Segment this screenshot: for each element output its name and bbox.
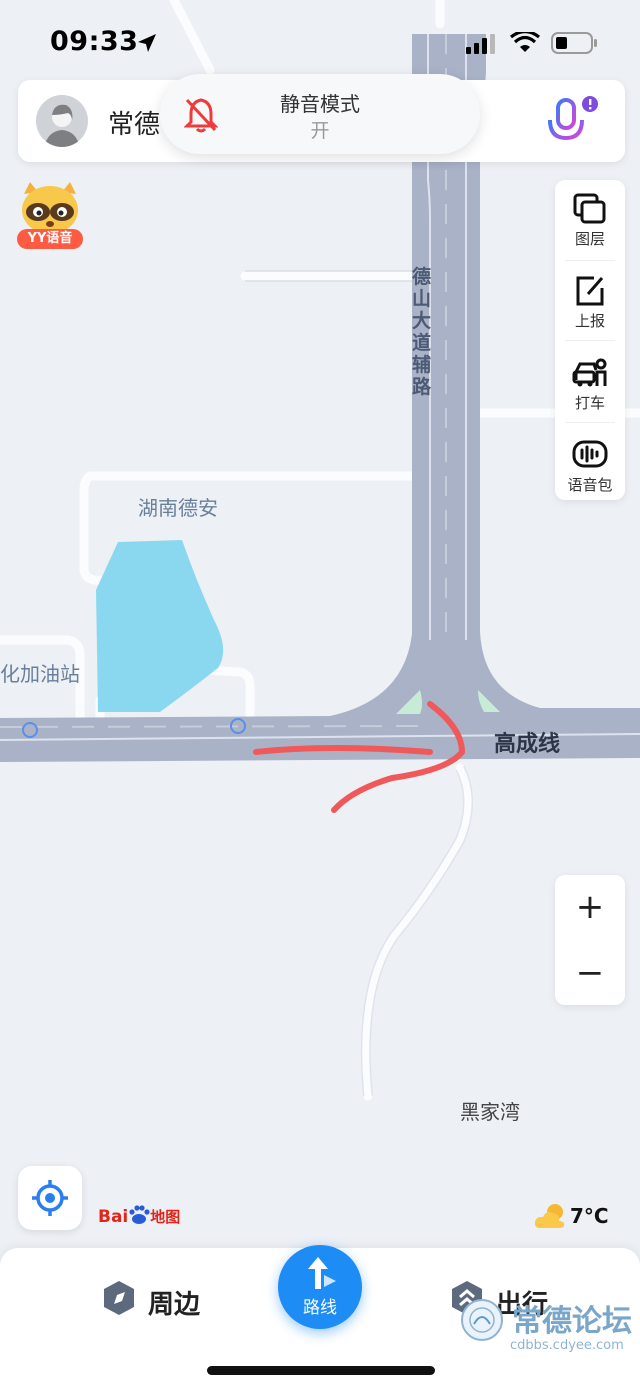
- microphone-icon: [548, 96, 598, 146]
- mute-title: 静音模式: [280, 92, 360, 116]
- voice-pack-icon: [572, 440, 608, 468]
- map-canvas[interactable]: [0, 0, 640, 1385]
- yy-voice-label[interactable]: YY语音: [17, 229, 83, 249]
- partly-cloudy-icon: [534, 1204, 565, 1228]
- forum-seal-icon: [461, 1299, 503, 1341]
- nearby-label: 周边: [148, 1290, 201, 1320]
- divider: [565, 260, 615, 261]
- status-bar: 09:33: [0, 0, 640, 80]
- voice-assistant-button[interactable]: [540, 92, 604, 152]
- weather-widget[interactable]: 7°C: [534, 1202, 634, 1232]
- voice-pack-label: 语音包: [567, 476, 613, 494]
- divider: [565, 422, 615, 423]
- crosshair-locate-icon: [32, 1180, 68, 1216]
- compass-icon: [104, 1281, 134, 1315]
- layers-icon: [573, 193, 606, 224]
- zoom-control: + −: [555, 875, 625, 1005]
- report-label: 上报: [574, 312, 605, 330]
- paw-icon: [129, 1205, 150, 1224]
- layers-label: 图层: [574, 230, 605, 248]
- route-button[interactable]: 路线: [278, 1245, 362, 1329]
- baidu-map-logo: Bai 地图: [98, 1205, 181, 1227]
- layers-button[interactable]: 图层: [555, 180, 625, 260]
- voice-pack-button[interactable]: 语音包: [555, 426, 625, 506]
- taxi-button[interactable]: 打车: [555, 344, 625, 424]
- home-indicator[interactable]: [207, 1366, 435, 1375]
- route-arrow-icon: [308, 1257, 336, 1289]
- gas-station-label: 化加油站: [0, 662, 80, 686]
- forum-watermark: 常德论坛 cdbbs.cdyee.com: [456, 1296, 640, 1376]
- mute-mode-toast: 静音模式 开: [160, 74, 480, 154]
- watermark-title: 常德论坛: [512, 1304, 632, 1339]
- village-label: 黑家湾: [460, 1100, 520, 1124]
- battery-icon: [551, 32, 597, 54]
- report-edit-icon: [576, 276, 604, 306]
- taxi-icon: [572, 358, 607, 387]
- raccoon-mascot-icon: [22, 182, 78, 234]
- city-name[interactable]: 常德: [108, 104, 160, 141]
- temperature: 7°C: [570, 1204, 609, 1228]
- road-label-horizontal: 高成线: [494, 732, 561, 757]
- location-arrow-icon: [138, 34, 156, 52]
- nearby-tab[interactable]: 周边: [102, 1280, 200, 1320]
- area-label: 湖南德安: [138, 496, 218, 520]
- zoom-in-button[interactable]: +: [555, 875, 625, 939]
- clock: 09:33: [50, 26, 139, 57]
- locate-me-button[interactable]: [18, 1166, 82, 1230]
- report-button[interactable]: 上报: [555, 262, 625, 342]
- avatar-person-icon: [44, 104, 80, 147]
- divider: [565, 340, 615, 341]
- taxi-label: 打车: [574, 394, 605, 412]
- road-label-vertical: 德山大道辅路: [412, 266, 432, 398]
- user-avatar[interactable]: [36, 95, 88, 147]
- wifi-icon: [510, 32, 540, 52]
- signal-icon: [466, 34, 495, 54]
- zoom-out-button[interactable]: −: [555, 941, 625, 1005]
- map-tool-panel: 图层 上报 打车 语音包: [555, 180, 625, 500]
- mute-state: 开: [310, 120, 330, 142]
- watermark-url: cdbbs.cdyee.com: [510, 1338, 624, 1353]
- route-label: 路线: [303, 1298, 337, 1318]
